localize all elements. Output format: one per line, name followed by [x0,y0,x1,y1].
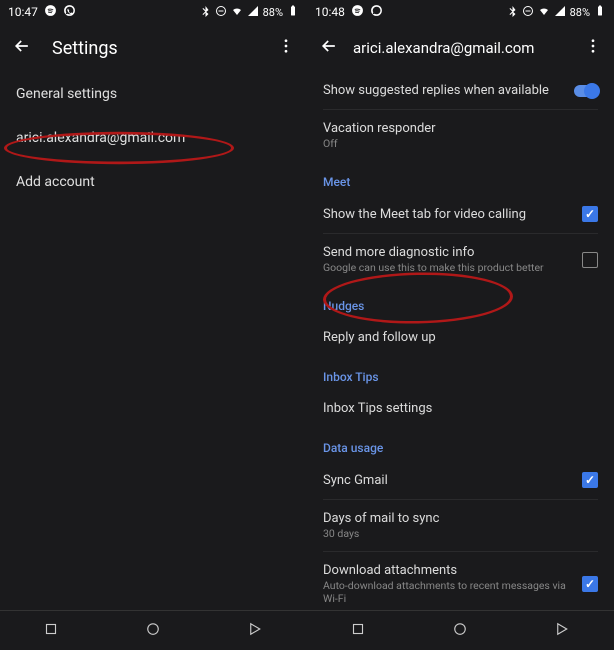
signal-icon [554,5,566,20]
checkbox[interactable] [582,472,598,488]
section-data-usage: Data usage [323,427,598,461]
nav-home-icon[interactable] [144,620,162,642]
battery-icon [594,5,606,20]
page-title: Settings [52,38,277,59]
section-meet: Meet [323,161,598,195]
dnd-icon [215,5,227,20]
status-time: 10:47 [8,5,38,19]
spotify-icon [44,4,57,20]
item-label: Show suggested replies when available [323,83,574,98]
checkbox[interactable] [582,576,598,592]
item-label: Show the Meet tab for video calling [323,207,582,222]
item-label: Download attachments [323,563,582,578]
back-button[interactable] [12,36,32,60]
item-sublabel: Google can use this to make this product… [323,261,582,274]
battery-pct: 88% [570,6,590,19]
inbox-tips-item[interactable]: Inbox Tips settings [323,390,598,427]
phone-left: 10:47 88% Settings General settings aric [0,0,307,650]
bluetooth-icon [506,5,518,20]
app-bar: arici.alexandra@gmail.com [307,24,614,72]
days-sync-item[interactable]: Days of mail to sync 30 days [323,499,598,551]
wifi-icon [231,5,243,20]
nav-recent-icon[interactable] [247,620,265,642]
nav-recent-icon[interactable] [554,620,572,642]
item-label: Reply and follow up [323,330,598,345]
status-time: 10:48 [315,5,345,19]
battery-icon [287,5,299,20]
meet-tab-item[interactable]: Show the Meet tab for video calling [323,195,598,233]
battery-pct: 88% [263,6,283,19]
nav-bar [307,610,614,650]
add-account-item[interactable]: Add account [16,160,291,204]
item-sublabel: Off [323,137,598,150]
settings-list: General settings arici.alexandra@gmail.c… [0,72,307,610]
item-label: Inbox Tips settings [323,401,598,416]
section-nudges: Nudges [323,285,598,319]
vacation-responder-item[interactable]: Vacation responder Off [323,109,598,161]
status-bar: 10:48 88% [307,0,614,24]
sync-gmail-item[interactable]: Sync Gmail [323,461,598,499]
overflow-menu[interactable] [277,37,295,59]
general-settings-item[interactable]: General settings [16,72,291,116]
suggested-replies-item[interactable]: Show suggested replies when available [323,72,598,109]
whatsapp-icon [63,4,76,20]
toggle-switch[interactable] [574,85,598,97]
item-label: Vacation responder [323,121,598,136]
whatsapp-icon [370,4,383,20]
wifi-icon [538,5,550,20]
reply-followup-item[interactable]: Reply and follow up [323,319,598,356]
dnd-icon [522,5,534,20]
nav-home-icon[interactable] [451,620,469,642]
checkbox[interactable] [582,206,598,222]
nav-bar [0,610,307,650]
back-button[interactable] [319,36,339,60]
overflow-menu[interactable] [584,37,602,59]
bluetooth-icon [199,5,211,20]
item-label: Sync Gmail [323,473,582,488]
page-title: arici.alexandra@gmail.com [353,39,584,57]
spotify-icon [351,4,364,20]
item-label: Days of mail to sync [323,511,598,526]
signal-icon [247,5,259,20]
status-bar: 10:47 88% [0,0,307,24]
item-label: Send more diagnostic info [323,245,582,260]
nav-back-icon[interactable] [349,620,367,642]
item-sublabel: Auto-download attachments to recent mess… [323,579,582,605]
checkbox[interactable] [582,252,598,268]
section-inbox-tips: Inbox Tips [323,356,598,390]
download-attachments-item[interactable]: Download attachments Auto-download attac… [323,551,598,610]
phone-right: 10:48 88% arici.alexandra@gmail.com Show… [307,0,614,650]
app-bar: Settings [0,24,307,72]
item-sublabel: 30 days [323,527,598,540]
account-item[interactable]: arici.alexandra@gmail.com [16,116,291,160]
settings-list: Show suggested replies when available Va… [307,72,614,610]
diagnostic-info-item[interactable]: Send more diagnostic info Google can use… [323,233,598,285]
nav-back-icon[interactable] [42,620,60,642]
